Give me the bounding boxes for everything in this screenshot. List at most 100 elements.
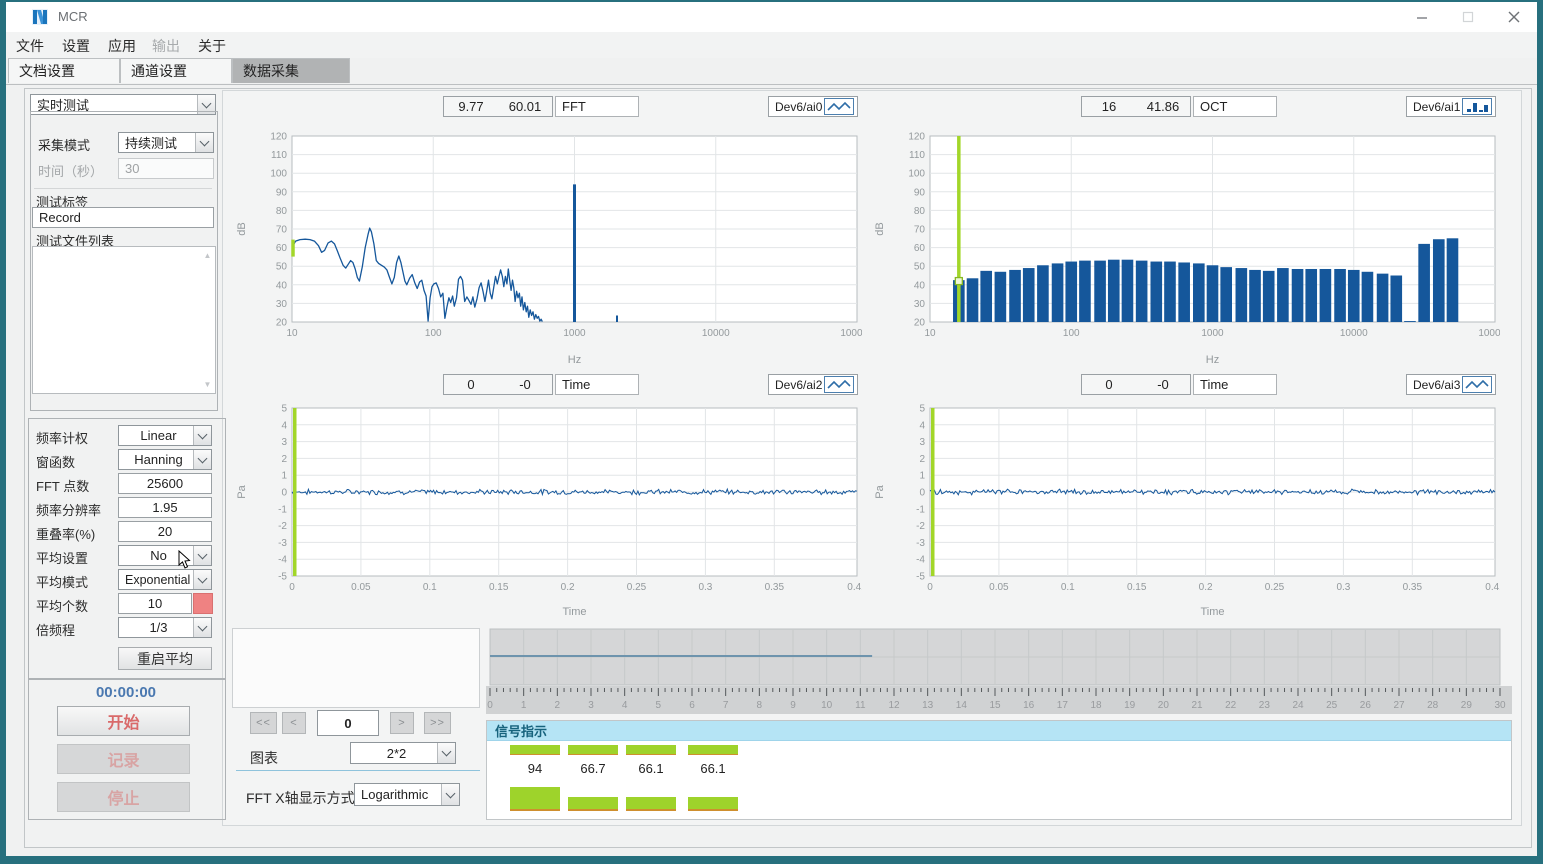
- svg-text:60: 60: [276, 243, 288, 254]
- start-button[interactable]: 开始: [57, 706, 190, 736]
- avg-mode-select[interactable]: Exponential: [118, 569, 212, 590]
- svg-text:110: 110: [909, 150, 925, 161]
- avg-setting-select[interactable]: No: [118, 545, 212, 566]
- tab-document-settings[interactable]: 文档设置: [8, 58, 120, 83]
- chevron-down-icon: [193, 618, 211, 637]
- nav-counter-input[interactable]: 0: [317, 710, 379, 736]
- octave-select[interactable]: 1/3: [118, 617, 212, 638]
- window-function-select[interactable]: Hanning: [118, 449, 212, 470]
- svg-text:0: 0: [927, 582, 933, 593]
- svg-text:100: 100: [1063, 328, 1080, 339]
- nav-last-button[interactable]: >>: [424, 712, 451, 734]
- svg-text:100: 100: [908, 169, 925, 180]
- svg-text:90: 90: [276, 187, 288, 198]
- svg-text:100000: 100000: [1478, 328, 1500, 339]
- time2-device-button[interactable]: Dev6/ai2: [768, 374, 858, 395]
- svg-text:2: 2: [919, 454, 925, 465]
- svg-text:9: 9: [790, 700, 796, 711]
- svg-text:-4: -4: [916, 555, 925, 566]
- svg-text:50: 50: [914, 262, 926, 273]
- fft-panel: 9.7760.01 FFT Dev6/ai0 20304050607080901…: [232, 94, 862, 370]
- svg-text:100: 100: [270, 169, 287, 180]
- svg-text:0.15: 0.15: [489, 582, 509, 593]
- svg-text:40: 40: [276, 280, 288, 291]
- freq-resolution-input[interactable]: 1.95: [118, 497, 212, 518]
- svg-text:0.3: 0.3: [698, 582, 712, 593]
- oct-device-button[interactable]: Dev6/ai1: [1406, 96, 1496, 117]
- svg-text:80: 80: [276, 206, 288, 217]
- svg-text:4: 4: [281, 420, 287, 431]
- svg-text:0.35: 0.35: [765, 582, 785, 593]
- chevron-down-icon: [441, 784, 459, 805]
- fft-chart[interactable]: 2030405060708090100110120101001000100001…: [232, 120, 862, 373]
- oct-cursor-values: 1641.86: [1081, 96, 1191, 117]
- scroll-down-icon[interactable]: ▼: [202, 379, 213, 390]
- close-icon[interactable]: [1491, 2, 1537, 32]
- signal-value: 66.1: [626, 761, 676, 776]
- svg-text:Hz: Hz: [568, 354, 581, 366]
- svg-text:14: 14: [956, 700, 968, 711]
- maximize-icon[interactable]: [1445, 2, 1491, 32]
- freq-resolution-label: 频率分辨率: [36, 500, 101, 519]
- svg-text:Time: Time: [562, 606, 586, 618]
- timeline[interactable]: 0123456789101112131415161718192021222324…: [486, 628, 1512, 714]
- duration-label: 时间（秒）: [38, 161, 103, 180]
- svg-text:20: 20: [276, 318, 288, 329]
- app-window: MCR 文件 设置 应用 输出 关于 文档设置 通道设置 数据采集 实时测试 采…: [6, 2, 1537, 856]
- svg-text:40: 40: [914, 280, 926, 291]
- line-chart-icon: [1462, 376, 1492, 393]
- oct-chart[interactable]: 2030405060708090100110120101001000100001…: [870, 120, 1500, 373]
- svg-text:30: 30: [1494, 700, 1506, 711]
- menu-file[interactable]: 文件: [16, 36, 44, 56]
- tab-channel-settings[interactable]: 通道设置: [120, 58, 232, 83]
- chart-layout-select[interactable]: 2*2: [350, 742, 456, 764]
- record-button: 记录: [57, 744, 190, 774]
- fft-device-button[interactable]: Dev6/ai0: [768, 96, 858, 117]
- svg-text:0.15: 0.15: [1127, 582, 1147, 593]
- stop-button: 停止: [57, 782, 190, 812]
- fft-cursor-values: 9.7760.01: [443, 96, 553, 117]
- test-label-input[interactable]: Record: [32, 207, 214, 228]
- test-file-list[interactable]: ▲ ▼: [32, 246, 216, 394]
- chevron-down-icon: [193, 450, 211, 469]
- menu-about[interactable]: 关于: [198, 36, 226, 56]
- svg-text:Hz: Hz: [1206, 354, 1219, 366]
- app-logo-icon: [32, 8, 50, 26]
- overlap-input[interactable]: 20: [118, 521, 212, 542]
- fft-points-input[interactable]: 25600: [118, 473, 212, 494]
- acq-mode-select[interactable]: 持续测试: [118, 132, 214, 153]
- menu-settings[interactable]: 设置: [62, 36, 90, 56]
- menu-output: 输出: [152, 36, 180, 56]
- fft-title-box: FFT: [555, 96, 639, 117]
- scroll-up-icon[interactable]: ▲: [202, 250, 213, 261]
- minimize-icon[interactable]: [1399, 2, 1445, 32]
- svg-text:19: 19: [1124, 700, 1136, 711]
- restart-average-button[interactable]: 重启平均: [118, 647, 212, 670]
- svg-text:23: 23: [1259, 700, 1271, 711]
- svg-text:0: 0: [289, 582, 295, 593]
- time3-device-button[interactable]: Dev6/ai3: [1406, 374, 1496, 395]
- nav-prev-button[interactable]: <: [282, 712, 306, 734]
- svg-text:10: 10: [821, 700, 833, 711]
- svg-text:3: 3: [919, 437, 925, 448]
- avg-count-input[interactable]: 10: [118, 593, 192, 614]
- avg-mode-label: 平均模式: [36, 572, 88, 591]
- freq-weighting-select[interactable]: Linear: [118, 425, 212, 446]
- fft-xaxis-select[interactable]: Logarithmic: [354, 783, 460, 806]
- svg-text:0.41: 0.41: [847, 582, 862, 593]
- svg-text:22: 22: [1225, 700, 1237, 711]
- window-title: MCR: [58, 9, 88, 24]
- menu-application[interactable]: 应用: [108, 36, 136, 56]
- tab-data-acquisition[interactable]: 数据采集: [232, 58, 350, 83]
- svg-text:dB: dB: [874, 222, 886, 235]
- time2-chart[interactable]: -5-4-3-2-101234500.050.10.150.20.250.30.…: [232, 398, 862, 625]
- chevron-down-icon: [195, 133, 213, 152]
- svg-text:0.2: 0.2: [1199, 582, 1213, 593]
- nav-next-button[interactable]: >: [390, 712, 414, 734]
- svg-text:10000: 10000: [702, 328, 730, 339]
- tab-bar: 文档设置 通道设置 数据采集: [6, 58, 1537, 85]
- nav-first-button[interactable]: <<: [250, 712, 277, 734]
- list-scrollbar[interactable]: ▲ ▼: [200, 247, 215, 393]
- time3-chart[interactable]: -5-4-3-2-101234500.050.10.150.20.250.30.…: [870, 398, 1500, 625]
- svg-text:0.2: 0.2: [561, 582, 575, 593]
